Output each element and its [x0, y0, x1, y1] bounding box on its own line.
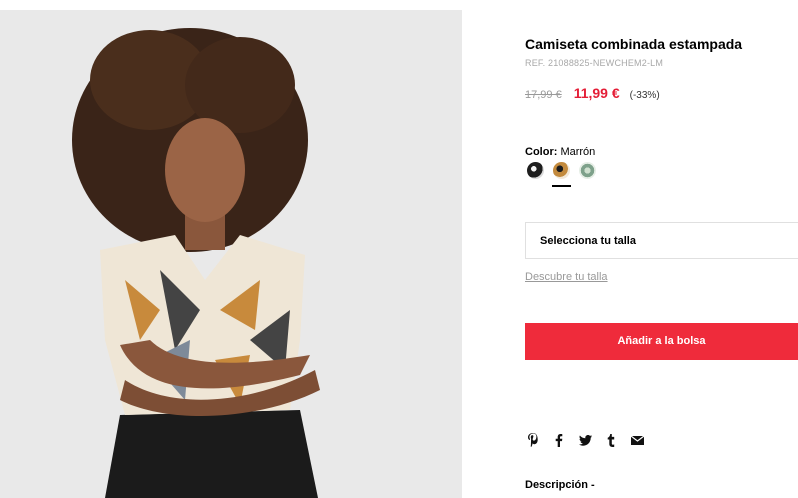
pinterest-icon[interactable] — [526, 433, 540, 447]
description-toggle[interactable]: Descripción - — [525, 479, 595, 491]
price-block: 17,99 € 11,99 € (-33%) — [525, 85, 660, 101]
brown-swatch[interactable] — [552, 162, 571, 187]
color-value: Marrón — [560, 146, 596, 158]
twitter-icon[interactable] — [578, 433, 592, 447]
discount-badge: (-33%) — [629, 90, 660, 101]
share-bar — [526, 433, 644, 447]
size-select[interactable]: Selecciona tu talla — [525, 222, 798, 259]
tumblr-icon[interactable] — [604, 433, 618, 447]
color-label: Color: Marrón — [525, 146, 595, 158]
original-price: 17,99 € — [525, 89, 562, 101]
product-info-panel: Camiseta combinada estampada REF. 210888… — [525, 0, 798, 498]
add-to-bag-button[interactable]: Añadir a la bolsa — [525, 323, 798, 360]
green-swatch[interactable] — [579, 162, 596, 179]
sale-price: 11,99 € — [573, 85, 620, 101]
model-photo — [0, 10, 462, 498]
product-image[interactable] — [0, 10, 462, 498]
product-reference: REF. 21088825-NEWCHEM2-LM — [525, 58, 664, 68]
product-title: Camiseta combinada estampada — [525, 36, 743, 52]
color-swatches — [527, 162, 596, 187]
color-label-title: Color: — [525, 146, 558, 158]
black-white-swatch[interactable] — [527, 162, 544, 179]
size-guide-link[interactable]: Descubre tu talla — [525, 271, 608, 283]
email-icon[interactable] — [630, 433, 644, 447]
facebook-icon[interactable] — [552, 433, 566, 447]
